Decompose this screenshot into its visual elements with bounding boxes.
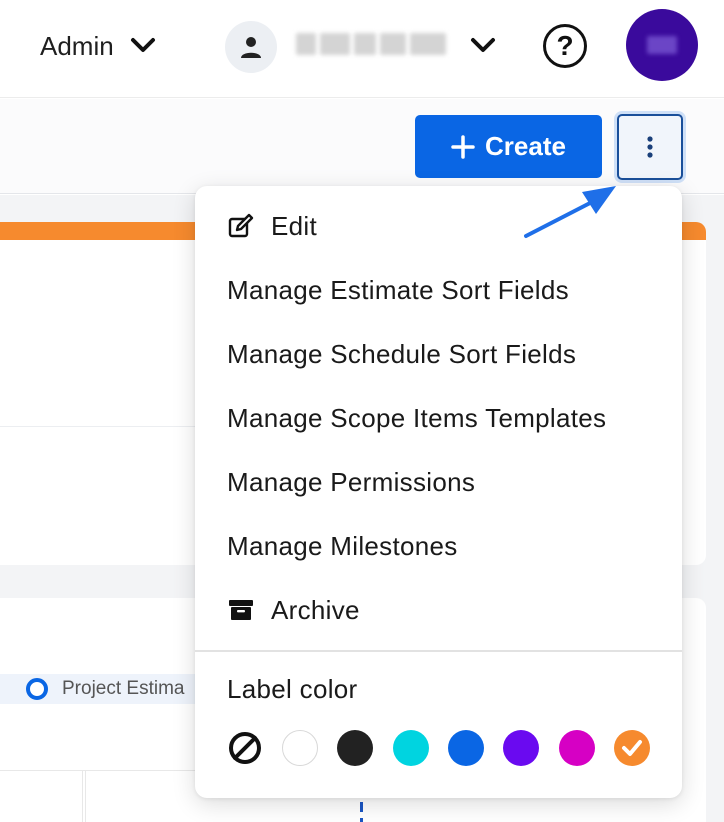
swatch-magenta[interactable] xyxy=(559,730,595,766)
menu-item-manage-milestones[interactable]: Manage Milestones xyxy=(195,518,682,574)
chevron-down-icon xyxy=(130,37,156,55)
legend-item[interactable]: Project Estima xyxy=(26,676,184,702)
role-label: Admin xyxy=(40,30,114,61)
menu-item-manage-scope-items-templates[interactable]: Manage Scope Items Templates xyxy=(195,390,682,446)
menu-item-manage-estimate-sort-fields[interactable]: Manage Estimate Sort Fields xyxy=(195,262,682,318)
swatch-black[interactable] xyxy=(337,730,373,766)
person-icon xyxy=(241,37,261,58)
swatch-blue[interactable] xyxy=(448,730,484,766)
edit-icon xyxy=(228,213,254,238)
help-button[interactable]: ? xyxy=(543,24,587,68)
user-menu-chevron-icon[interactable] xyxy=(468,30,498,65)
swatch-purple[interactable] xyxy=(503,730,539,766)
org-initials-redacted xyxy=(647,36,677,54)
card-divider xyxy=(0,426,200,427)
user-name-redacted[interactable] xyxy=(296,31,448,57)
menu-item-label: Manage Milestones xyxy=(227,530,458,561)
role-switcher[interactable]: Admin xyxy=(40,26,156,66)
user-avatar[interactable] xyxy=(225,21,277,73)
org-avatar[interactable] xyxy=(626,9,698,81)
grid-line xyxy=(0,770,200,771)
create-button[interactable]: Create xyxy=(415,115,602,178)
swatch-cyan[interactable] xyxy=(393,730,429,766)
legend-ring-icon xyxy=(26,678,48,700)
grid-line xyxy=(82,770,83,822)
menu-item-label: Manage Scope Items Templates xyxy=(227,402,607,433)
create-label: Create xyxy=(485,131,566,161)
menu-divider xyxy=(195,650,682,652)
menu-item-manage-permissions[interactable]: Manage Permissions xyxy=(195,454,682,510)
annotation-arrow-icon xyxy=(524,186,616,238)
menu-item-label: Manage Schedule Sort Fields xyxy=(227,338,577,369)
help-icon: ? xyxy=(556,30,574,61)
top-header: Admin ? xyxy=(0,0,724,98)
swatch-none[interactable] xyxy=(227,730,263,766)
menu-item-label: Manage Permissions xyxy=(227,466,476,497)
vertical-dots-icon xyxy=(647,136,653,158)
no-color-icon xyxy=(229,732,261,764)
legend-label: Project Estima xyxy=(62,678,185,699)
more-options-menu: Edit Manage Estimate Sort Fields Manage … xyxy=(195,186,682,798)
menu-item-label: Archive xyxy=(271,594,360,625)
more-options-button[interactable] xyxy=(617,114,683,180)
plus-icon xyxy=(451,134,475,159)
archive-icon xyxy=(229,600,253,620)
label-color-heading: Label color xyxy=(227,674,358,704)
menu-item-label: Edit xyxy=(271,210,318,241)
grid-line xyxy=(85,770,86,822)
checkmark-icon xyxy=(622,740,642,756)
swatch-orange[interactable] xyxy=(614,730,650,766)
menu-item-archive[interactable]: Archive xyxy=(195,582,682,638)
menu-item-manage-schedule-sort-fields[interactable]: Manage Schedule Sort Fields xyxy=(195,326,682,382)
swatch-white[interactable] xyxy=(282,730,318,766)
menu-item-label: Manage Estimate Sort Fields xyxy=(227,274,569,305)
